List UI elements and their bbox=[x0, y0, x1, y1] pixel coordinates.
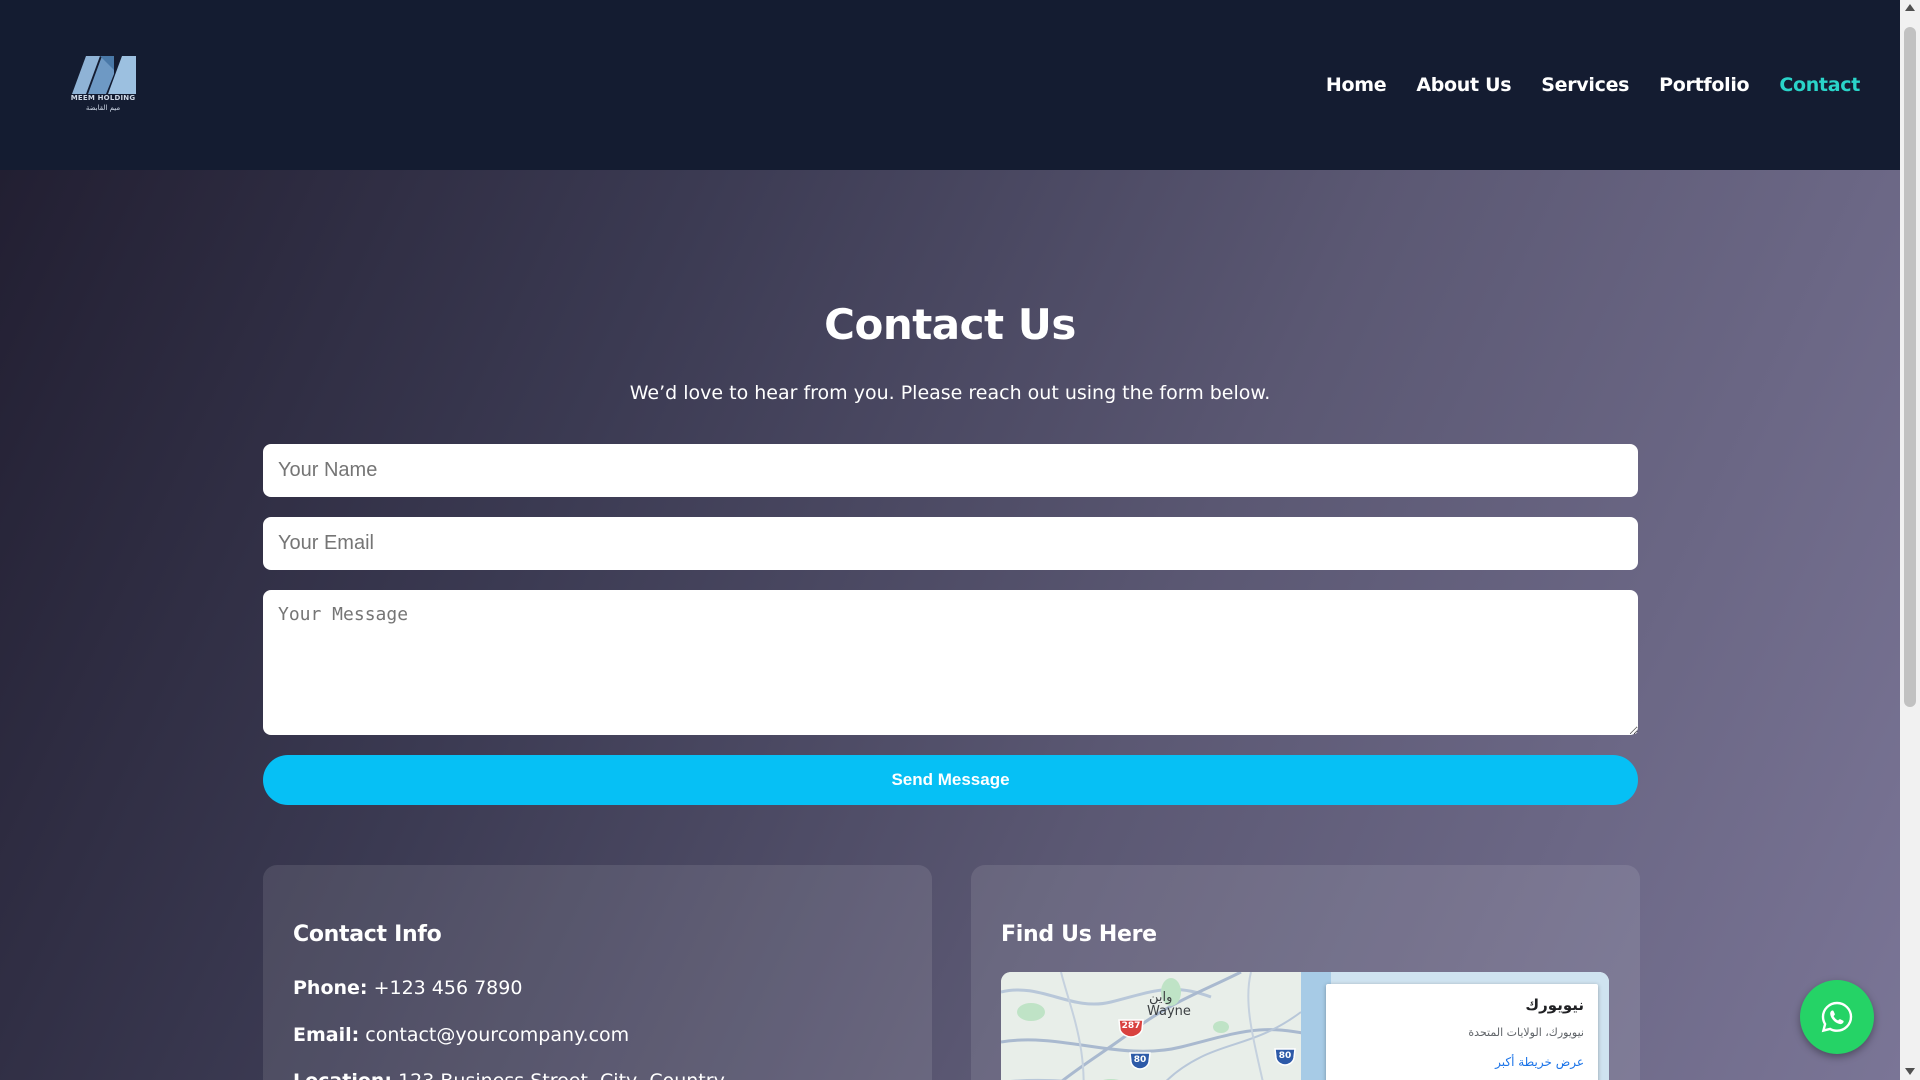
contact-section: Contact Us We’d love to hear from you. P… bbox=[0, 170, 1900, 1080]
location-value: 123 Business Street, City, Country bbox=[398, 1070, 725, 1080]
company-logo[interactable]: MEEM HOLDING ميم القابضة bbox=[68, 50, 138, 116]
map-place-card: نيويورك نيويورك، الولايات المتحدة عرض خر… bbox=[1326, 984, 1598, 1080]
highway-shield-80-west: 80 bbox=[1133, 1055, 1147, 1065]
whatsapp-button[interactable] bbox=[1800, 980, 1874, 1054]
name-input[interactable] bbox=[263, 444, 1638, 497]
embedded-map[interactable]: 287 80 80 واين Wayne نيويورك نيويورك، ال… bbox=[1001, 972, 1609, 1080]
find-us-card: Find Us Here 287 80 80 واين Wayne نيويور… bbox=[971, 865, 1640, 1080]
page-title: Contact Us bbox=[824, 300, 1076, 349]
main-nav: Home About Us Services Portfolio Contact bbox=[1326, 74, 1860, 96]
email-label: Email: bbox=[293, 1024, 360, 1046]
highway-shield-287: 287 bbox=[1121, 1021, 1141, 1031]
scroll-up-arrow-icon[interactable] bbox=[1905, 4, 1915, 11]
message-textarea[interactable] bbox=[263, 590, 1638, 735]
contact-info-card: Contact Info Phone: +123 456 7890 Email:… bbox=[263, 865, 932, 1080]
map-place-name: نيويورك bbox=[1525, 996, 1584, 1014]
location-line: Location: 123 Business Street, City, Cou… bbox=[293, 1070, 725, 1080]
nav-contact[interactable]: Contact bbox=[1779, 74, 1860, 96]
scroll-down-arrow-icon[interactable] bbox=[1905, 1068, 1915, 1075]
logo-mark-icon bbox=[72, 56, 136, 94]
nav-about-us[interactable]: About Us bbox=[1416, 74, 1511, 96]
email-value: contact@yourcompany.com bbox=[365, 1024, 630, 1046]
highway-shield-80-east: 80 bbox=[1278, 1051, 1292, 1061]
map-place-address: نيويورك، الولايات المتحدة bbox=[1468, 1026, 1584, 1039]
location-label: Location: bbox=[293, 1070, 392, 1080]
page: MEEM HOLDING ميم القابضة Home About Us S… bbox=[0, 0, 1900, 1080]
contact-info-heading: Contact Info bbox=[293, 922, 442, 947]
site-header: MEEM HOLDING ميم القابضة Home About Us S… bbox=[0, 0, 1900, 170]
nav-home[interactable]: Home bbox=[1326, 74, 1387, 96]
phone-line: Phone: +123 456 7890 bbox=[293, 977, 522, 999]
whatsapp-icon bbox=[1821, 1001, 1853, 1033]
logo-text-en: MEEM HOLDING bbox=[70, 94, 136, 102]
map-town-label-en: Wayne bbox=[1147, 1004, 1191, 1019]
phone-value: +123 456 7890 bbox=[373, 977, 523, 999]
phone-label: Phone: bbox=[293, 977, 368, 999]
map-town-label-ar: واين bbox=[1149, 990, 1173, 1005]
page-subtitle: We’d love to hear from you. Please reach… bbox=[629, 382, 1271, 404]
nav-portfolio[interactable]: Portfolio bbox=[1659, 74, 1749, 96]
scroll-thumb[interactable] bbox=[1904, 27, 1916, 707]
vertical-scrollbar[interactable] bbox=[1900, 0, 1920, 1080]
send-message-button[interactable]: Send Message bbox=[263, 755, 1638, 805]
find-us-heading: Find Us Here bbox=[1001, 922, 1157, 947]
email-input[interactable] bbox=[263, 517, 1638, 570]
view-larger-map-link[interactable]: عرض خريطة أكبر bbox=[1340, 1055, 1584, 1069]
logo-text-ar: ميم القابضة bbox=[85, 104, 121, 112]
nav-services[interactable]: Services bbox=[1541, 74, 1629, 96]
email-line: Email: contact@yourcompany.com bbox=[293, 1024, 629, 1046]
